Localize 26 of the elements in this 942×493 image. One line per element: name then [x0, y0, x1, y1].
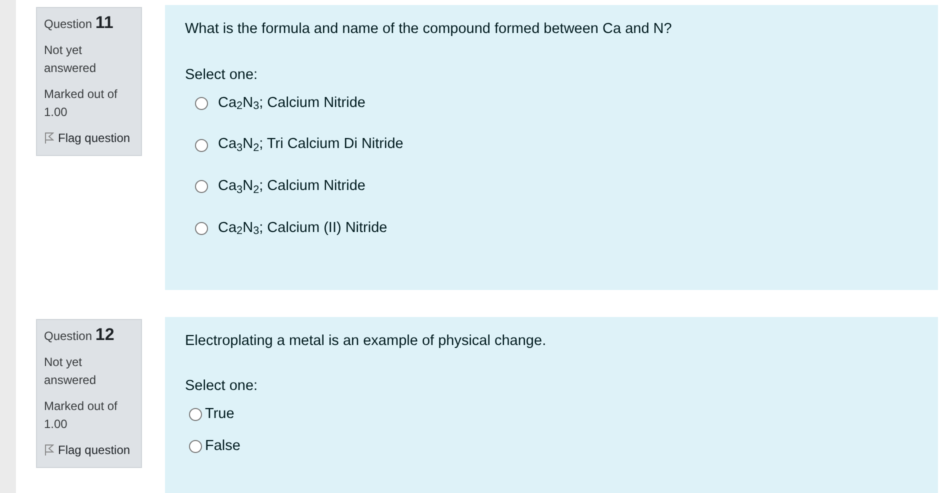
question-number: Question 11	[44, 14, 114, 33]
radio-button[interactable]	[195, 222, 208, 236]
flag-icon	[44, 132, 54, 144]
question-number: Question 12	[44, 326, 116, 344]
answer-option[interactable]: Ca$_{2}$N$_{3}$; Calcium (II) Nitride	[195, 218, 918, 240]
answer-option[interactable]: True	[189, 404, 918, 426]
radio-button[interactable]	[189, 408, 202, 422]
flag-question-link[interactable]: Flag question	[44, 440, 134, 458]
question-marks: Marked out of 1.00	[44, 398, 118, 432]
answer-option[interactable]: Ca$_{3}$N$_{2}$; Tri Calcium Di Nitride	[195, 134, 918, 156]
question-text: What is the formula and name of the compound formed between Ca and N?	[185, 20, 673, 39]
select-prompt: Select one:	[185, 66, 259, 85]
question-text: Electroplating a metal is an example of physical change.	[185, 332, 548, 350]
radio-button[interactable]	[195, 96, 208, 110]
answer-option[interactable]: Ca$_{2}$N$_{3}$; Calcium Nitride	[195, 92, 918, 114]
radio-button[interactable]	[189, 440, 202, 454]
question-status: Not yet answered	[44, 42, 98, 77]
select-prompt: Select one:	[185, 377, 259, 396]
radio-button[interactable]	[195, 138, 208, 152]
answer-option[interactable]: Ca$_{3}$N$_{2}$; Calcium Nitride	[195, 176, 918, 198]
flag-question-link[interactable]: Flag question	[44, 129, 134, 147]
question-marks: Marked out of 1.00	[44, 86, 118, 121]
flag-icon	[44, 444, 54, 456]
answer-option[interactable]: False	[189, 436, 918, 458]
radio-button[interactable]	[195, 180, 208, 194]
question-status: Not yet answered	[44, 354, 98, 388]
